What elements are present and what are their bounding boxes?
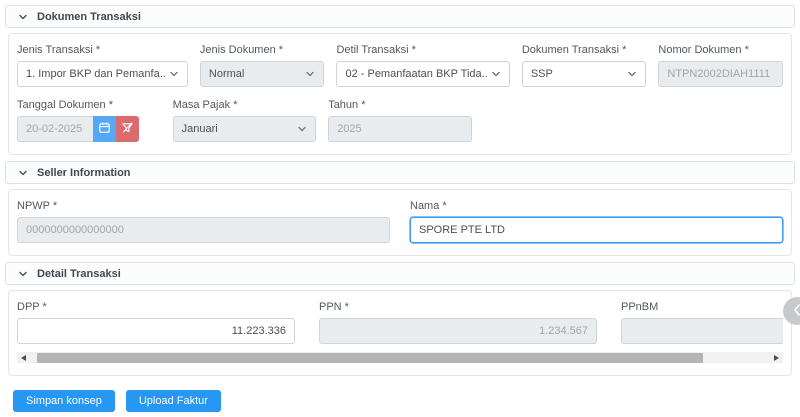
detail-scroll-area: DPP * PPN * PPnBM <box>17 301 783 344</box>
detil-transaksi-value: 02 - Pemanfaatan BKP Tida... <box>345 68 488 80</box>
calendar-icon <box>98 121 111 137</box>
section-header-detail-transaksi[interactable]: Detail Transaksi <box>5 262 795 285</box>
chevron-down-icon <box>305 69 315 79</box>
dokumen-transaksi-label: Dokumen Transaksi * <box>521 44 627 56</box>
chevron-down-icon <box>169 69 179 79</box>
horizontal-scrollbar[interactable] <box>17 352 783 363</box>
form-page: Dokumen Transaksi Jenis Transaksi * 1. I… <box>0 0 800 417</box>
dokumen-transaksi-value: SSP <box>530 68 553 80</box>
detil-transaksi-select[interactable]: 02 - Pemanfaatan BKP Tida... <box>336 61 510 87</box>
masa-pajak-label: Masa Pajak * <box>172 99 238 111</box>
jenis-transaksi-label: Jenis Transaksi * <box>17 44 101 56</box>
section-title: Detail Transaksi <box>37 267 121 280</box>
ppn-label: PPN * <box>319 301 349 313</box>
tahun-input <box>328 116 472 142</box>
field-detil-transaksi: Detil Transaksi * 02 - Pemanfaatan BKP T… <box>336 44 510 87</box>
chevron-down-icon <box>18 12 28 22</box>
jenis-dokumen-value: Normal <box>208 68 245 80</box>
tanggal-dokumen-input <box>17 116 93 142</box>
seller-information-card: NPWP * Nama * <box>8 189 792 256</box>
detail-transaksi-card: DPP * PPN * PPnBM <box>8 290 792 376</box>
section-header-seller-information[interactable]: Seller Information <box>5 161 795 184</box>
filter-slash-icon <box>121 121 134 137</box>
nama-input[interactable] <box>410 217 783 243</box>
triangle-left-icon <box>21 354 26 361</box>
clear-date-button[interactable] <box>116 116 139 142</box>
nomor-dokumen-label: Nomor Dokumen * <box>658 44 749 56</box>
ppnbm-input <box>621 318 783 344</box>
field-nomor-dokumen: Nomor Dokumen * <box>658 44 783 87</box>
upload-faktur-button[interactable]: Upload Faktur <box>125 390 221 412</box>
scroll-left-button[interactable] <box>17 352 30 363</box>
calendar-button[interactable] <box>93 116 116 142</box>
nomor-dokumen-input <box>658 61 783 87</box>
chevron-down-icon <box>491 69 501 79</box>
field-tanggal-dokumen: Tanggal Dokumen * <box>17 99 161 142</box>
masa-pajak-value: Januari <box>181 123 218 135</box>
section-title: Seller Information <box>37 166 131 179</box>
dpp-label: DPP * <box>17 301 47 313</box>
nama-label: Nama * <box>410 200 447 212</box>
chevron-down-icon <box>627 69 637 79</box>
jenis-transaksi-value: 1. Impor BKP dan Pemanfa... <box>26 68 166 80</box>
field-nama: Nama * <box>410 200 783 243</box>
triangle-right-icon <box>774 354 779 361</box>
chevron-down-icon <box>18 168 28 178</box>
field-dokumen-transaksi: Dokumen Transaksi * SSP <box>521 44 647 87</box>
simpan-konsep-button[interactable]: Simpan konsep <box>13 390 115 412</box>
chevron-down-icon <box>297 124 307 134</box>
field-dpp: DPP * <box>17 301 295 344</box>
field-npwp: NPWP * <box>17 200 390 243</box>
scrollbar-track[interactable] <box>30 352 770 363</box>
ppnbm-label: PPnBM <box>621 301 659 313</box>
section-title: Dokumen Transaksi <box>37 10 141 23</box>
field-ppn: PPN * <box>319 301 597 344</box>
jenis-dokumen-select: Normal <box>199 61 325 87</box>
ppn-input <box>319 318 597 344</box>
jenis-transaksi-select[interactable]: 1. Impor BKP dan Pemanfa... <box>17 61 188 87</box>
npwp-input <box>17 217 390 243</box>
dokumen-transaksi-card: Jenis Transaksi * 1. Impor BKP dan Peman… <box>8 33 792 155</box>
field-jenis-dokumen: Jenis Dokumen * Normal <box>199 44 325 87</box>
scrollbar-thumb[interactable] <box>37 352 704 363</box>
field-jenis-transaksi: Jenis Transaksi * 1. Impor BKP dan Peman… <box>17 44 188 87</box>
detil-transaksi-label: Detil Transaksi * <box>336 44 416 56</box>
field-tahun: Tahun * <box>328 99 472 142</box>
chevron-left-icon <box>793 303 800 319</box>
chevron-down-icon <box>18 269 28 279</box>
masa-pajak-select: Januari <box>172 116 317 142</box>
field-masa-pajak: Masa Pajak * Januari <box>172 99 317 142</box>
footer-actions: Simpan konsep Upload Faktur <box>13 390 795 412</box>
scroll-right-button[interactable] <box>770 352 783 363</box>
dokumen-transaksi-select[interactable]: SSP <box>521 61 647 87</box>
tahun-label: Tahun * <box>328 99 366 111</box>
npwp-label: NPWP * <box>17 200 58 212</box>
tanggal-dokumen-label: Tanggal Dokumen * <box>17 99 114 111</box>
dpp-input[interactable] <box>17 318 295 344</box>
jenis-dokumen-label: Jenis Dokumen * <box>199 44 284 56</box>
section-header-dokumen-transaksi[interactable]: Dokumen Transaksi <box>5 5 795 28</box>
field-ppnbm: PPnBM <box>621 301 783 344</box>
